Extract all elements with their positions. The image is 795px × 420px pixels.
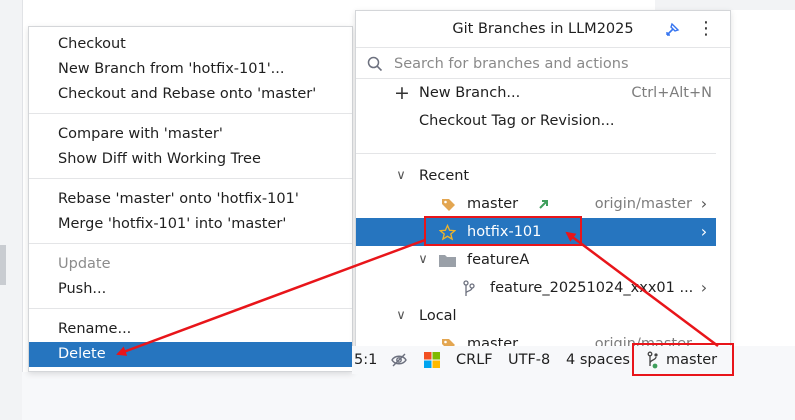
chevron-down-icon: ∨ xyxy=(396,308,406,323)
menu-separator xyxy=(29,308,352,309)
action-checkout-tag[interactable]: Checkout Tag or Revision... xyxy=(356,107,716,135)
folder-featurea[interactable]: ∨ featureA xyxy=(356,246,716,274)
menu-item-checkout[interactable]: Checkout xyxy=(29,32,352,57)
menu-item-compare[interactable]: Compare with 'master' xyxy=(29,122,352,147)
branch-icon xyxy=(463,280,475,296)
group-label: Recent xyxy=(419,168,470,184)
incoming-arrow-icon xyxy=(539,200,548,209)
branch-item-feature[interactable]: feature_20251024_xxx01 ... › xyxy=(356,274,716,302)
file-encoding[interactable]: UTF-8 xyxy=(508,346,550,374)
menu-separator xyxy=(29,178,352,179)
more-options-icon[interactable]: ⋮ xyxy=(697,18,715,40)
indent-setting[interactable]: 4 spaces xyxy=(566,346,630,374)
search-icon xyxy=(367,56,383,72)
ide-bottom-area xyxy=(22,372,795,420)
chevron-down-icon: ∨ xyxy=(418,252,428,267)
folder-name: featureA xyxy=(467,252,530,268)
menu-separator xyxy=(29,243,352,244)
branch-name: master xyxy=(467,196,519,212)
menu-item-checkout-and-rebase[interactable]: Checkout and Rebase onto 'master' xyxy=(29,82,352,107)
ide-top-strip xyxy=(655,0,795,10)
chevron-right-icon: › xyxy=(700,278,708,297)
menu-item-push[interactable]: Push... xyxy=(29,277,352,302)
menu-item-new-branch[interactable]: New Branch from 'hotfix-101'... xyxy=(29,57,352,82)
action-new-branch[interactable]: + New Branch... Ctrl+Alt+N xyxy=(356,79,716,107)
caret-position[interactable]: 5:1 xyxy=(354,346,377,374)
branch-context-menu: Checkout New Branch from 'hotfix-101'...… xyxy=(28,26,353,372)
branch-item-master-recent[interactable]: master origin/master › xyxy=(356,190,716,218)
menu-item-rebase[interactable]: Rebase 'master' onto 'hotfix-101' xyxy=(29,187,352,212)
chevron-right-icon: › xyxy=(700,222,708,241)
chevron-down-icon: ∨ xyxy=(396,168,406,183)
pin-icon[interactable] xyxy=(664,20,682,38)
action-label: New Branch... xyxy=(419,85,521,101)
menu-item-show-diff[interactable]: Show Diff with Working Tree xyxy=(29,147,352,172)
windows-icon[interactable] xyxy=(423,351,441,369)
menu-item-update: Update xyxy=(58,256,111,272)
menu-item-rename[interactable]: Rename... xyxy=(29,317,352,342)
menu-item-merge[interactable]: Merge 'hotfix-101' into 'master' xyxy=(29,212,352,237)
git-branches-popup: Git Branches in LLM2025 ⋮ + New Branch..… xyxy=(355,10,731,348)
search-bar xyxy=(356,47,730,79)
ide-left-toolbar xyxy=(0,0,23,420)
branch-name: feature_20251024_xxx01 ... xyxy=(490,280,694,296)
shortcut-label: Ctrl+Alt+N xyxy=(631,85,712,101)
annotation-highlight-status-branch xyxy=(632,343,734,376)
chevron-right-icon: › xyxy=(700,194,708,213)
menu-item-delete[interactable]: Delete xyxy=(29,342,352,367)
scrollbar[interactable] xyxy=(718,87,726,327)
plus-icon: + xyxy=(394,82,410,104)
remote-branch-label: origin/master xyxy=(594,196,692,212)
search-input[interactable] xyxy=(392,52,716,76)
group-label: Local xyxy=(419,308,457,324)
tag-icon xyxy=(442,199,455,211)
action-label: Checkout Tag or Revision... xyxy=(419,113,615,129)
readonly-eye-icon[interactable] xyxy=(390,351,408,369)
menu-separator xyxy=(29,113,352,114)
annotation-highlight-hotfix xyxy=(424,216,582,246)
scrollbar-thumb[interactable] xyxy=(719,87,725,317)
group-recent[interactable]: ∨ Recent xyxy=(356,162,716,190)
line-separator[interactable]: CRLF xyxy=(456,346,493,374)
folder-icon xyxy=(439,255,456,267)
group-local[interactable]: ∨ Local xyxy=(356,302,716,330)
popup-separator xyxy=(356,153,716,154)
scroll-marker xyxy=(0,245,6,285)
